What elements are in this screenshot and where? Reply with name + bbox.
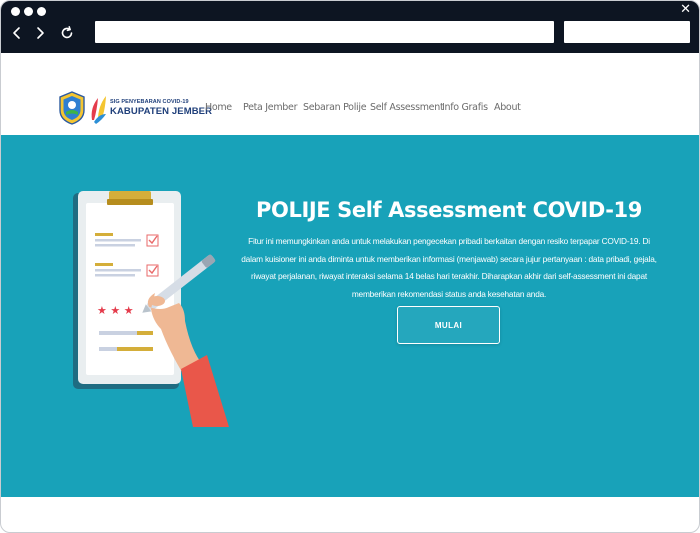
site-header: SIG PENYEBARAN COVID-19 KABUPATEN JEMBER… xyxy=(1,83,699,135)
start-button[interactable]: MULAI xyxy=(397,306,500,344)
nav-self-assessment[interactable]: Self Assessment xyxy=(370,102,444,113)
browser-toolbar: ✕ xyxy=(1,1,699,53)
hero-section: ★ ★ ★ POLIJE Self Assessment COVID-19 Fi… xyxy=(1,135,699,497)
browser-window: ✕ SIG PENYEBARAN COVID-19 KABUPATEN JEMB… xyxy=(0,0,700,533)
nav-info-grafis[interactable]: Info Grafis xyxy=(442,102,488,113)
nav-sebaran-polije[interactable]: Sebaran Polije xyxy=(303,102,367,113)
kabupaten-emblem-icon[interactable] xyxy=(57,90,87,126)
search-bar[interactable] xyxy=(564,21,690,43)
forward-arrow-icon[interactable] xyxy=(32,25,48,41)
brand-subtitle: SIG PENYEBARAN COVID-19 xyxy=(110,99,189,105)
back-arrow-icon[interactable] xyxy=(9,25,25,41)
svg-text:★ ★ ★: ★ ★ ★ xyxy=(97,304,134,317)
polije-logo-icon[interactable] xyxy=(88,90,108,126)
hero-title: POLIJE Self Assessment COVID-19 xyxy=(256,198,642,222)
nav-home[interactable]: Home xyxy=(205,102,232,113)
nav-about[interactable]: About xyxy=(494,102,521,113)
window-dot-3[interactable] xyxy=(37,7,46,16)
close-icon[interactable]: ✕ xyxy=(680,3,691,16)
reload-icon[interactable] xyxy=(59,25,75,41)
hero-description: Fitur ini memungkinkan anda untuk melaku… xyxy=(241,236,657,299)
nav-peta-jember[interactable]: Peta Jember xyxy=(243,102,297,113)
window-dot-2[interactable] xyxy=(24,7,33,16)
address-bar[interactable] xyxy=(95,21,554,43)
window-dot-1[interactable] xyxy=(11,7,20,16)
clipboard-illustration: ★ ★ ★ xyxy=(73,191,229,427)
brand-title: KABUPATEN JEMBER xyxy=(110,106,213,117)
